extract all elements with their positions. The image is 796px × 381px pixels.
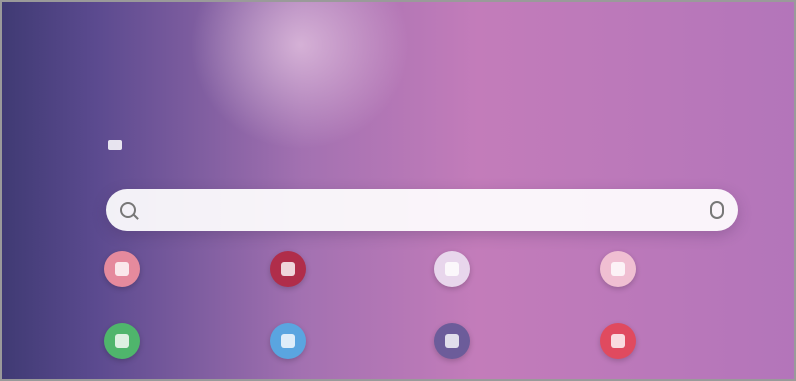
- app-icon-6: [270, 323, 306, 359]
- app-shortcut-6[interactable]: [270, 323, 316, 359]
- app-icon-2: [270, 251, 306, 287]
- app-shortcut-3[interactable]: [434, 251, 480, 287]
- app-shortcut-5[interactable]: [104, 323, 150, 359]
- search-bar[interactable]: [106, 189, 738, 231]
- logo-mark: [108, 140, 122, 150]
- search-icon: [120, 202, 136, 218]
- app-icon-3: [434, 251, 470, 287]
- app-shortcut-2[interactable]: [270, 251, 316, 287]
- app-shortcut-8[interactable]: [600, 323, 646, 359]
- app-shortcut-4[interactable]: [600, 251, 646, 287]
- background-glow: [190, 0, 410, 150]
- app-icon-5: [104, 323, 140, 359]
- app-shortcut-1[interactable]: [104, 251, 150, 287]
- widget-header: [108, 140, 140, 150]
- app-icon-1: [104, 251, 140, 287]
- mic-icon[interactable]: [710, 201, 724, 219]
- app-shortcut-7[interactable]: [434, 323, 480, 359]
- app-icon-8: [600, 323, 636, 359]
- search-input[interactable]: [148, 201, 688, 219]
- app-icon-4: [600, 251, 636, 287]
- app-icon-7: [434, 323, 470, 359]
